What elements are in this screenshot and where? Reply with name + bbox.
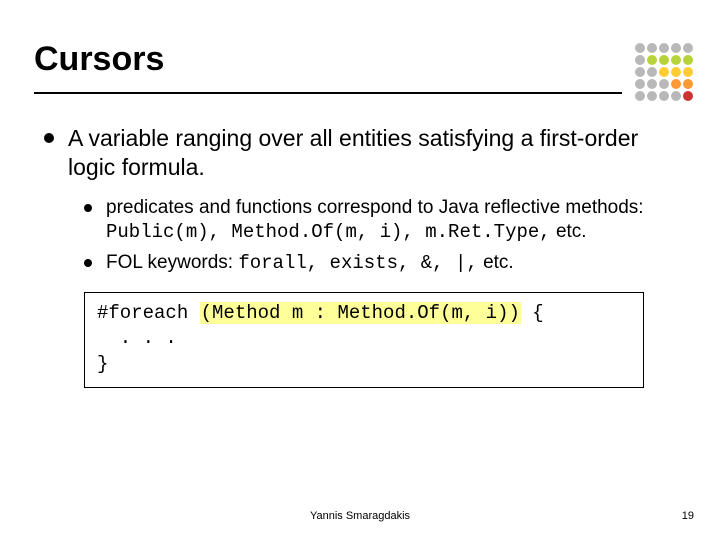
text-segment: FOL keywords: xyxy=(106,252,238,273)
dot-icon xyxy=(683,79,693,89)
slide-title: Cursors xyxy=(34,40,630,85)
slide: Cursors A variable ranging over all ent xyxy=(0,0,720,540)
dot-icon xyxy=(683,55,693,65)
text-segment: etc. xyxy=(551,221,587,242)
title-underline xyxy=(34,92,622,94)
bullet-level2: FOL keywords: forall, exists, &, |, etc. xyxy=(84,251,664,276)
dot-icon xyxy=(671,79,681,89)
code-highlight: (Method m : Method.Of(m, i)) xyxy=(200,302,521,324)
code-inline: Public(m), Method.Of(m, i), m.Ret.Type, xyxy=(106,221,551,243)
code-example-box: #foreach (Method m : Method.Of(m, i)) { … xyxy=(84,292,644,389)
dot-icon xyxy=(683,43,693,53)
sub-bullet-text: predicates and functions correspond to J… xyxy=(106,196,664,245)
body-area: A variable ranging over all entities sat… xyxy=(44,124,664,388)
dot-icon xyxy=(647,79,657,89)
dot-icon xyxy=(647,91,657,101)
dot-icon xyxy=(635,55,645,65)
code-line: #foreach (Method m : Method.Of(m, i)) { xyxy=(97,301,631,327)
dot-icon xyxy=(671,91,681,101)
code-line: . . . xyxy=(97,326,631,352)
dot-icon xyxy=(671,67,681,77)
title-area: Cursors xyxy=(34,40,630,85)
dot-icon xyxy=(659,43,669,53)
dot-icon xyxy=(659,91,669,101)
dot-icon xyxy=(635,43,645,53)
dot-icon xyxy=(635,67,645,77)
code-text: { xyxy=(521,302,544,324)
bullet-icon xyxy=(44,133,54,143)
dot-icon xyxy=(683,91,693,101)
text-segment: predicates and functions correspond to J… xyxy=(106,197,644,218)
bullet-icon xyxy=(84,259,92,267)
text-segment: etc. xyxy=(478,252,514,273)
sub-bullet-text: FOL keywords: forall, exists, &, |, etc. xyxy=(106,251,514,276)
dot-icon xyxy=(659,55,669,65)
code-text: #foreach xyxy=(97,302,200,324)
dot-icon xyxy=(659,67,669,77)
bullet-level2: predicates and functions correspond to J… xyxy=(84,196,664,245)
code-inline: forall, exists, &, |, xyxy=(238,252,477,274)
dot-icon xyxy=(671,43,681,53)
dot-icon xyxy=(647,43,657,53)
dot-icon xyxy=(671,55,681,65)
sub-bullet-list: predicates and functions correspond to J… xyxy=(84,196,664,276)
footer-author: Yannis Smaragdakis xyxy=(0,510,720,522)
dot-icon xyxy=(683,67,693,77)
dot-icon xyxy=(635,91,645,101)
footer-page-number: 19 xyxy=(682,510,694,522)
decoration-dots xyxy=(634,42,694,102)
dot-icon xyxy=(659,79,669,89)
dot-icon xyxy=(635,79,645,89)
bullet-text: A variable ranging over all entities sat… xyxy=(68,124,664,182)
dot-icon xyxy=(647,67,657,77)
bullet-level1: A variable ranging over all entities sat… xyxy=(44,124,664,182)
code-line: } xyxy=(97,352,631,378)
dot-icon xyxy=(647,55,657,65)
bullet-icon xyxy=(84,204,92,212)
